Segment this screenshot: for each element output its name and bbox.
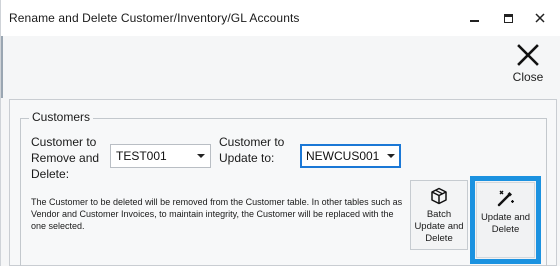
minimize-icon bbox=[469, 20, 479, 22]
update-customer-select[interactable]: NEWCUS001 bbox=[300, 144, 401, 168]
close-x-icon bbox=[517, 44, 539, 66]
chevron-down-icon[interactable] bbox=[192, 154, 210, 158]
close-icon bbox=[535, 13, 545, 23]
description-text: The Customer to be deleted will be remov… bbox=[31, 197, 403, 231]
minimize-button[interactable] bbox=[463, 8, 485, 28]
close-button[interactable]: Close bbox=[509, 44, 547, 94]
dialog-window: Rename and Delete Customer/Inventory/GL … bbox=[0, 0, 560, 266]
window-title: Rename and Delete Customer/Inventory/GL … bbox=[9, 11, 300, 25]
maximize-icon bbox=[503, 13, 513, 23]
box-icon bbox=[431, 187, 447, 205]
title-bar: Rename and Delete Customer/Inventory/GL … bbox=[1, 0, 560, 36]
remove-customer-select[interactable]: TEST001 bbox=[110, 144, 211, 168]
window-close-button[interactable] bbox=[529, 8, 551, 28]
update-customer-value: NEWCUS001 bbox=[306, 149, 380, 163]
close-button-label: Close bbox=[512, 70, 544, 84]
maximize-button[interactable] bbox=[497, 8, 519, 28]
chevron-down-icon[interactable] bbox=[382, 154, 400, 158]
batch-button-label: Batch Update and Delete bbox=[414, 209, 464, 244]
update-and-delete-button[interactable]: Update and Delete bbox=[470, 176, 541, 264]
button-inner-border bbox=[476, 182, 535, 258]
remove-customer-value: TEST001 bbox=[116, 149, 167, 163]
left-accent-bar bbox=[1, 36, 3, 98]
update-customer-label: Customer to Update to: bbox=[219, 135, 285, 165]
batch-update-delete-button[interactable]: Batch Update and Delete bbox=[410, 180, 468, 250]
customers-panel: Customers Customer to Remove and Delete:… bbox=[9, 99, 557, 266]
customers-group-title: Customers bbox=[29, 110, 94, 124]
toolbar-area bbox=[1, 36, 560, 98]
remove-customer-label: Customer to Remove and Delete: bbox=[31, 135, 100, 181]
